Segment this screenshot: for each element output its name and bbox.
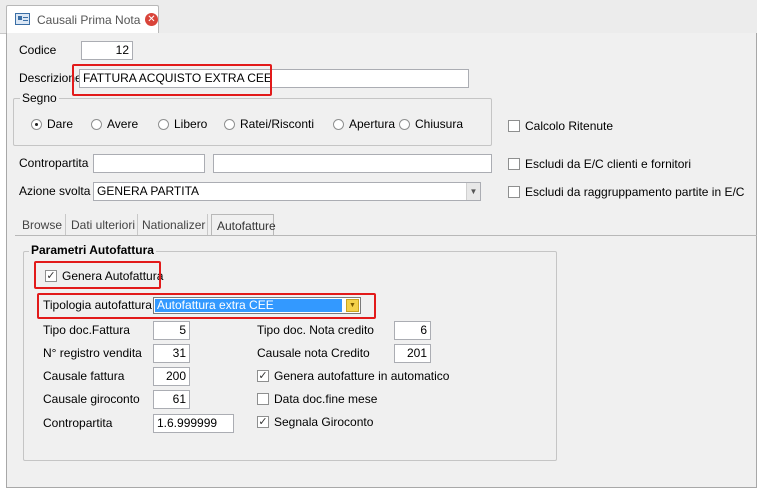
checkbox-box[interactable] (257, 393, 269, 405)
tipo-doc-nota-label: Tipo doc. Nota credito (257, 323, 374, 337)
radio-dare[interactable]: Dare (31, 117, 73, 131)
causale-fattura-label: Causale fattura (43, 369, 125, 383)
causale-giroconto-field[interactable]: 61 (153, 390, 190, 409)
contropartita-description-field[interactable] (213, 154, 492, 173)
causale-fattura-field[interactable]: 200 (153, 367, 190, 386)
close-icon[interactable]: ✕ (145, 13, 158, 26)
registro-label: N° registro vendita (43, 346, 142, 360)
tab-browse[interactable]: Browse (15, 214, 66, 236)
azione-select[interactable]: GENERA PARTITA ▼ (93, 182, 481, 201)
main-panel: Codice 12 Descrizione FATTURA ACQUISTO E… (6, 33, 757, 488)
checkbox-box[interactable]: ✓ (257, 370, 269, 382)
segno-title: Segno (20, 91, 59, 105)
contropartita-code-field[interactable] (93, 154, 205, 173)
form-icon (15, 13, 30, 25)
calcolo-ritenute-checkbox[interactable]: Calcolo Ritenute (508, 119, 613, 133)
tab-divider (15, 235, 757, 236)
tipo-doc-fattura-label: Tipo doc.Fattura (43, 323, 130, 337)
radio-dot-libero[interactable] (158, 118, 169, 130)
tab-bar: Browse Dati ulteriori Nationalizer Autof… (15, 214, 757, 236)
document-tab-title: Causali Prima Nota (37, 13, 141, 27)
causale-nota-field[interactable]: 201 (394, 344, 431, 363)
tab-dati-ulteriori[interactable]: Dati ulteriori (70, 214, 138, 236)
segnala-giroconto-checkbox[interactable]: ✓ Segnala Giroconto (257, 415, 373, 429)
radio-apertura[interactable]: Apertura (333, 117, 395, 131)
contropartita-label: Contropartita (19, 156, 89, 170)
causale-giroconto-label: Causale giroconto (43, 392, 140, 406)
radio-dot-ratei[interactable] (224, 118, 235, 130)
radio-dot-dare[interactable] (31, 118, 42, 130)
autofattura-contropartita-label: Contropartita (43, 416, 113, 430)
radio-chiusura[interactable]: Chiusura (399, 117, 463, 131)
checkbox-box[interactable] (508, 120, 520, 132)
document-tab[interactable]: Causali Prima Nota ✕ (6, 5, 159, 33)
tab-autofatture[interactable]: Autofatture (211, 214, 276, 236)
radio-dot-chiusura[interactable] (399, 118, 410, 130)
codice-field[interactable]: 12 (81, 41, 133, 60)
escludi-raggruppamento-checkbox[interactable]: Escludi da raggruppamento partite in E/C (508, 185, 744, 199)
data-fine-mese-checkbox[interactable]: Data doc.fine mese (257, 392, 377, 406)
highlight-genera (34, 261, 161, 289)
tipo-doc-fattura-field[interactable]: 5 (153, 321, 190, 340)
genera-automatico-checkbox[interactable]: ✓ Genera autofatture in automatico (257, 369, 449, 383)
checkbox-box[interactable]: ✓ (257, 416, 269, 428)
radio-dot-apertura[interactable] (333, 118, 344, 130)
highlight-descrizione (72, 64, 272, 96)
registro-field[interactable]: 31 (153, 344, 190, 363)
radio-ratei-risconti[interactable]: Ratei/Risconti (224, 117, 314, 131)
checkbox-box[interactable] (508, 158, 520, 170)
causale-nota-label: Causale nota Credito (257, 346, 370, 360)
radio-libero[interactable]: Libero (158, 117, 207, 131)
escludi-ec-checkbox[interactable]: Escludi da E/C clienti e fornitori (508, 157, 691, 171)
autofattura-contropartita-field[interactable]: 1.6.999999 (153, 414, 234, 433)
codice-label: Codice (19, 43, 57, 57)
autofattura-title: Parametri Autofattura (29, 243, 156, 257)
checkbox-box[interactable] (508, 186, 520, 198)
tipo-doc-nota-field[interactable]: 6 (394, 321, 431, 340)
chevron-down-icon[interactable]: ▼ (466, 183, 480, 200)
azione-label: Azione svolta (19, 184, 91, 198)
radio-avere[interactable]: Avere (91, 117, 138, 131)
azione-value: GENERA PARTITA (97, 184, 200, 198)
tab-nationalizer[interactable]: Nationalizer (142, 214, 208, 236)
highlight-tipologia (37, 293, 376, 319)
radio-dot-avere[interactable] (91, 118, 102, 130)
